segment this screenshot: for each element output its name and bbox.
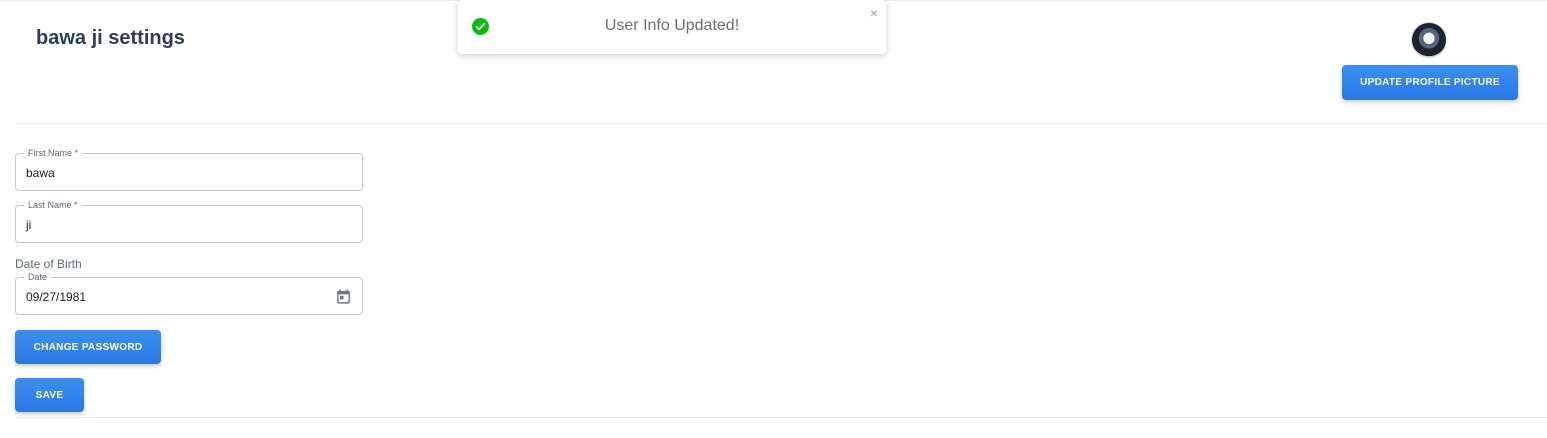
first-name-label: First Name * [24, 147, 83, 159]
profile-avatar [1411, 22, 1447, 58]
last-name-label: Last Name * [24, 199, 82, 211]
save-button[interactable]: SAVE [15, 378, 84, 412]
last-name-field[interactable]: Last Name * ji [15, 199, 363, 243]
first-name-field[interactable]: First Name * bawa [15, 147, 363, 191]
date-value: 09/27/1981 [26, 290, 87, 304]
success-toast: User Info Updated! × [458, 0, 886, 54]
first-name-value: bawa [26, 166, 55, 180]
date-field[interactable]: Date 09/27/1981 [15, 271, 363, 315]
update-profile-picture-button[interactable]: UPDATE PROFILE PICTURE [1342, 65, 1518, 100]
toast-message: User Info Updated! [604, 17, 740, 34]
close-icon[interactable]: × [870, 5, 878, 21]
section-divider-bottom [15, 417, 1547, 418]
date-label: Date [24, 271, 52, 283]
section-divider [15, 123, 1547, 124]
calendar-icon[interactable] [335, 288, 352, 305]
change-password-button[interactable]: CHANGE PASSWORD [15, 330, 161, 364]
page-title: bawa ji settings [36, 27, 185, 49]
last-name-value: ji [26, 218, 32, 232]
date-of-birth-label: Date of Birth [15, 257, 82, 271]
